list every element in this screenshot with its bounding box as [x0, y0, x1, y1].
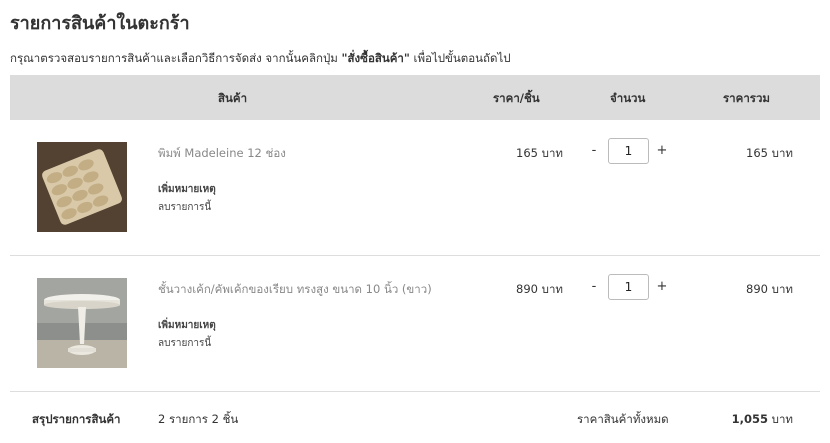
product-name[interactable]: พิมพ์ Madeleine 12 ช่อง	[158, 145, 286, 163]
grand-total-unit: บาท	[771, 412, 793, 426]
grand-total-label: ราคาสินค้าทั้งหมด	[577, 412, 669, 426]
quantity-input[interactable]: 1	[608, 274, 649, 300]
remove-item-link[interactable]: ลบรายการนี้	[158, 336, 211, 351]
summary-item-count: 2 รายการ 2 ชิ้น	[158, 412, 239, 426]
unit-price: 165 บาท	[516, 146, 563, 160]
grand-total: 1,055 บาท	[693, 411, 793, 429]
row-divider	[10, 391, 820, 392]
increase-quantity-button[interactable]: +	[656, 279, 668, 294]
unit-price: 890 บาท	[516, 282, 563, 296]
product-image-madeleine-pan[interactable]	[37, 142, 127, 232]
add-note-link[interactable]: เพิ่มหมายเหตุ	[158, 318, 216, 333]
page-instructions: กรุณาตรวจสอบรายการสินค้าและเลือกวิธีการจ…	[10, 50, 511, 68]
grand-total-amount: 1,055	[731, 412, 768, 426]
decrease-quantity-button[interactable]: -	[588, 279, 600, 294]
header-product: สินค้า	[218, 91, 248, 105]
product-name[interactable]: ชั้นวางเค้ก/คัพเค้กของเรียบ ทรงสูง ขนาด …	[158, 281, 432, 299]
header-price: ราคา/ชิ้น	[493, 91, 540, 105]
instructions-prefix: กรุณาตรวจสอบรายการสินค้าและเลือกวิธีการจ…	[10, 51, 338, 65]
line-total: 165 บาท	[746, 146, 793, 160]
line-total: 890 บาท	[746, 282, 793, 296]
row-divider	[10, 255, 820, 256]
header-quantity: จำนวน	[610, 91, 646, 105]
add-note-link[interactable]: เพิ่มหมายเหตุ	[158, 182, 216, 197]
decrease-quantity-button[interactable]: -	[588, 143, 600, 158]
remove-item-link[interactable]: ลบรายการนี้	[158, 200, 211, 215]
quantity-input[interactable]: 1	[608, 138, 649, 164]
product-image-cake-stand[interactable]	[37, 278, 127, 368]
summary-label: สรุปรายการสินค้า	[32, 412, 121, 426]
page-title: รายการสินค้าในตะกร้า	[10, 13, 190, 34]
instructions-suffix: เพื่อไปขั้นตอนถัดไป	[413, 51, 511, 65]
cart-table-header: สินค้า ราคา/ชิ้น จำนวน ราคารวม	[10, 75, 820, 120]
instructions-order-button-name: "สั่งซื้อสินค้า"	[341, 51, 410, 65]
header-total: ราคารวม	[723, 91, 770, 105]
increase-quantity-button[interactable]: +	[656, 143, 668, 158]
